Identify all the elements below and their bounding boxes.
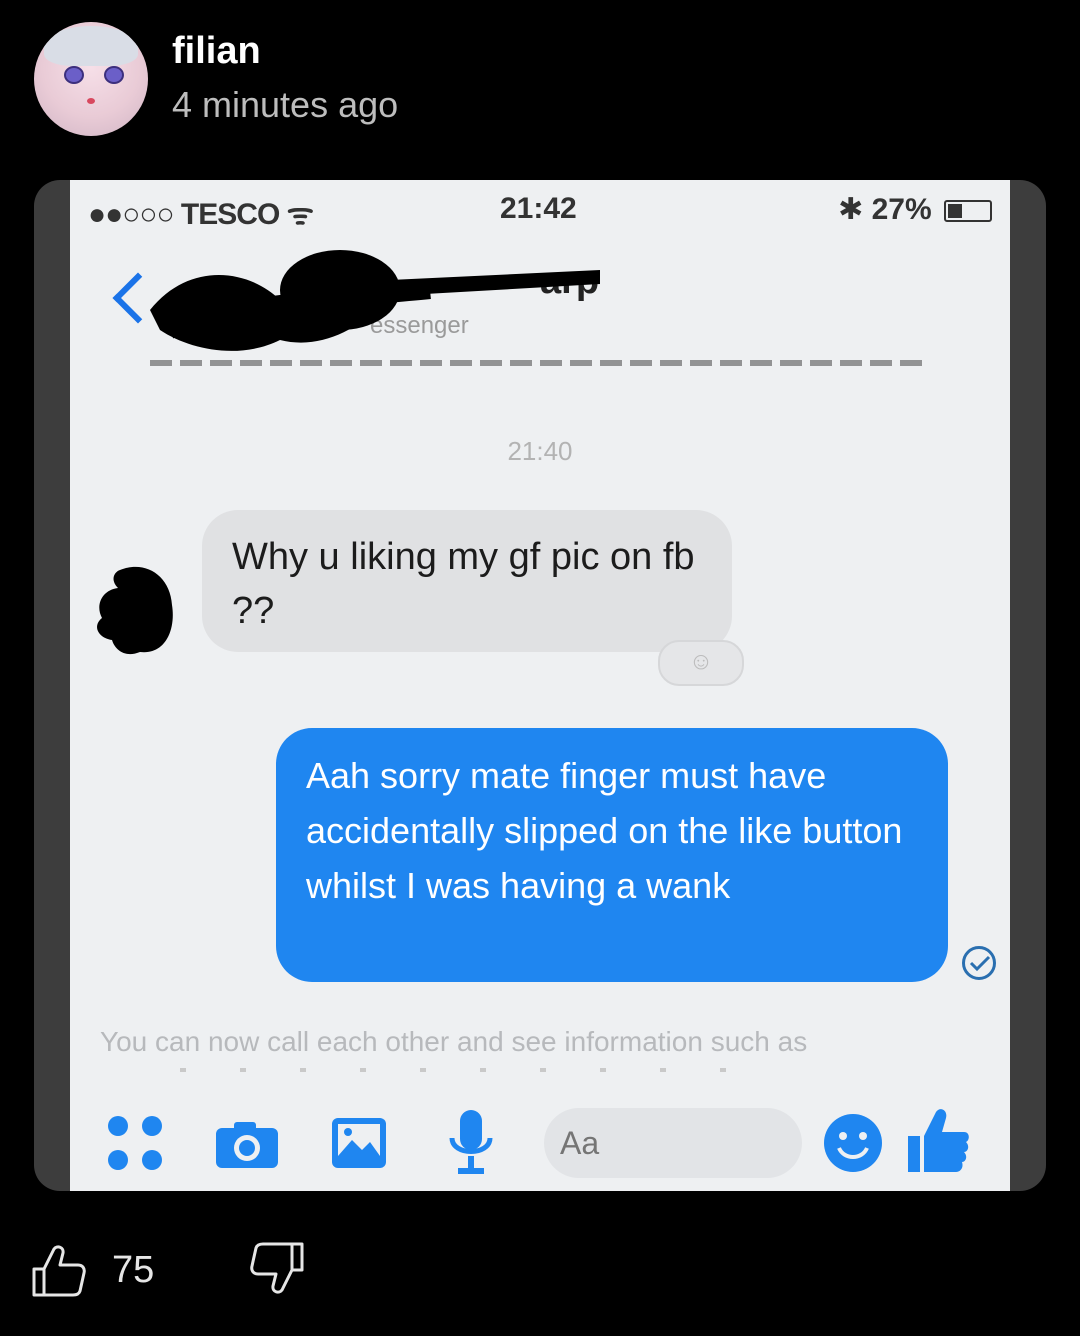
image-icon[interactable] [330, 1116, 388, 1170]
check-circle-icon [962, 946, 996, 980]
avatar-hair [44, 26, 138, 66]
post-actions: 75 [30, 1240, 306, 1301]
messenger-screenshot: ●●○○○ TESCO ᯤ 21:42 ✱ 27% arp essenger 2… [70, 180, 1010, 1191]
battery-percent: 27% [871, 193, 932, 226]
emoji-icon[interactable] [822, 1112, 884, 1174]
microphone-icon[interactable] [448, 1108, 494, 1178]
upvote-button[interactable]: 75 [30, 1243, 154, 1299]
media-card[interactable]: ●●○○○ TESCO ᯤ 21:42 ✱ 27% arp essenger 2… [34, 180, 1046, 1191]
message-composer [70, 1090, 1010, 1190]
avatar-eye-right [104, 66, 124, 84]
message-input[interactable] [544, 1108, 802, 1178]
reaction-button[interactable]: ☺ [658, 640, 744, 686]
chat-header: arp essenger [70, 240, 1010, 370]
downvote-button[interactable] [250, 1240, 306, 1301]
status-bar: ●●○○○ TESCO ᯤ 21:42 ✱ 27% [70, 188, 1010, 231]
author-name[interactable]: filian [172, 28, 398, 74]
info-notice-continuation [180, 1068, 740, 1072]
author-block: filian 4 minutes ago [172, 28, 398, 130]
thumbs-up-outline-icon [32, 1244, 86, 1296]
thumbs-down-outline-icon [250, 1242, 304, 1294]
redacted-avatar [97, 566, 173, 655]
battery-indicator: ✱ 27% [838, 192, 992, 227]
redaction-scribble [150, 250, 600, 351]
header-divider [150, 360, 930, 366]
post-time: 4 minutes ago [172, 84, 399, 125]
avatar-mouth [87, 98, 95, 104]
smiley-icon: ☺ [688, 648, 714, 675]
message-timestamp: 21:40 [507, 436, 573, 466]
carrier-label: ●●○○○ TESCO ᯤ [88, 198, 314, 231]
battery-icon [944, 200, 992, 223]
camera-icon[interactable] [214, 1120, 280, 1170]
avatar-eye-left [64, 66, 84, 84]
incoming-message-bubble[interactable]: Why u liking my gf pic on fb ?? [202, 510, 732, 652]
post-header: filian 4 minutes ago [34, 22, 398, 136]
status-time: 21:42 [500, 192, 577, 225]
like-count: 75 [112, 1249, 155, 1291]
thumbs-up-icon[interactable] [906, 1106, 970, 1174]
info-notice: You can now call each other and see info… [100, 1026, 808, 1057]
avatar[interactable] [34, 22, 148, 136]
grid-icon[interactable] [108, 1116, 164, 1172]
bluetooth-icon: ✱ [838, 193, 864, 226]
outgoing-message-bubble[interactable]: Aah sorry mate finger must have accident… [276, 728, 948, 982]
